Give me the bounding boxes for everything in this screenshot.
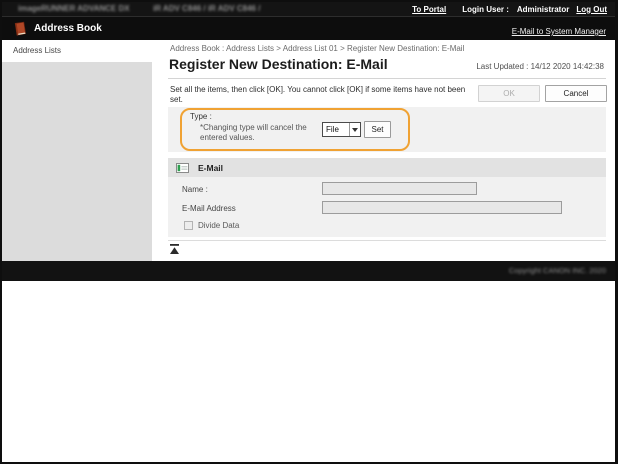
device-top-bar: imageRUNNER ADVANCE DX iR ADV C846 / iR …	[2, 2, 615, 16]
sidebar-item-address-lists[interactable]: Address Lists	[2, 40, 152, 62]
email-to-system-manager-link[interactable]: E-Mail to System Manager	[512, 27, 606, 36]
ok-button[interactable]: OK	[478, 85, 540, 102]
type-label: Type :	[190, 112, 212, 121]
remote-ui-page: imageRUNNER ADVANCE DX iR ADV C846 / iR …	[0, 0, 618, 464]
page-title: Register New Destination: E-Mail	[169, 56, 388, 72]
app-title-bar: Address Book E-Mail to System Manager	[2, 16, 615, 40]
address-book-icon	[12, 21, 28, 37]
breadcrumb: Address Book : Address Lists > Address L…	[170, 44, 464, 53]
top-bar-links: To Portal Login User : Administrator Log…	[412, 2, 607, 16]
login-user-value: Administrator	[517, 5, 569, 14]
name-field[interactable]	[322, 182, 477, 195]
bottom-divider	[168, 240, 606, 241]
divide-data-label: Divide Data	[198, 221, 239, 230]
email-section-header: E-Mail	[168, 158, 606, 177]
name-label: Name :	[182, 185, 208, 194]
login-user-label: Login User :	[462, 5, 509, 14]
copyright-text: Copyright CANON INC. 2020	[509, 261, 606, 281]
scroll-to-top-icon[interactable]	[170, 244, 179, 254]
email-address-field[interactable]	[322, 201, 562, 214]
chevron-down-icon	[349, 123, 360, 136]
app-title: Address Book	[34, 17, 102, 40]
email-icon	[176, 163, 189, 173]
device-model-text: imageRUNNER ADVANCE DX	[18, 2, 130, 16]
set-button[interactable]: Set	[364, 121, 391, 138]
type-change-note: *Changing type will cancel the entered v…	[200, 123, 328, 144]
divide-data-checkbox[interactable]	[184, 221, 193, 230]
log-out-link[interactable]: Log Out	[576, 5, 607, 14]
device-name-text: iR ADV C846 / iR ADV C846 /	[153, 2, 260, 16]
type-select-value: File	[323, 125, 349, 134]
instruction-text: Set all the items, then click [OK]. You …	[170, 85, 478, 105]
footer-bar: Copyright CANON INC. 2020	[2, 261, 615, 281]
last-updated-text: Last Updated : 14/12 2020 14:42:38	[476, 62, 604, 71]
type-select[interactable]: File	[322, 122, 361, 137]
to-portal-link[interactable]: To Portal	[412, 5, 446, 14]
sidebar: Address Lists	[2, 40, 152, 261]
email-section-title: E-Mail	[198, 163, 223, 173]
title-divider	[168, 78, 606, 79]
cancel-button[interactable]: Cancel	[545, 85, 607, 102]
email-address-label: E-Mail Address	[182, 204, 236, 213]
